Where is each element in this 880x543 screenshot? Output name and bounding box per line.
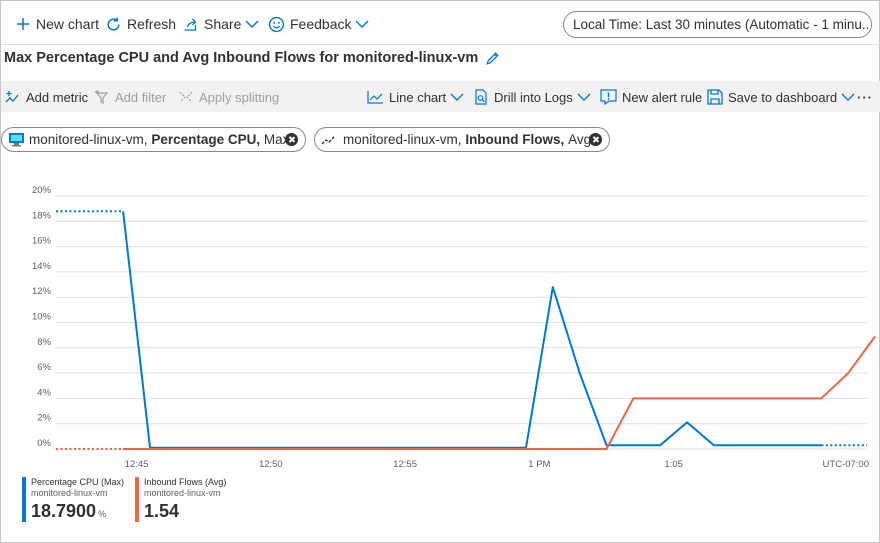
add-metric-label: Add metric	[26, 89, 89, 105]
pill-aggregation: Avg	[568, 132, 592, 147]
pill-resource: monitored-linux-vm,	[343, 132, 462, 147]
chevron-down-icon	[355, 20, 369, 28]
y-tick-label: 18%	[32, 210, 52, 221]
refresh-icon	[107, 17, 120, 31]
line-chart-icon	[367, 91, 383, 104]
y-tick-label: 10%	[32, 312, 52, 323]
refresh-label: Refresh	[127, 16, 177, 32]
chevron-down-icon	[245, 20, 259, 28]
x-tick-label: 1 PM	[528, 459, 550, 470]
legend-value-unit: %	[98, 509, 107, 519]
add-filter-label: Add filter	[115, 89, 167, 105]
y-tick-label: 14%	[32, 261, 52, 272]
pill-resource: monitored-linux-vm,	[29, 132, 148, 147]
x-tick-label: 12:55	[393, 459, 417, 470]
feedback-label: Feedback	[290, 16, 352, 32]
save-to-dashboard-label: Save to dashboard	[728, 89, 838, 105]
remove-metric-icon[interactable]	[589, 133, 602, 146]
drill-into-logs-button[interactable]: Drill into Logs	[473, 87, 591, 107]
alert-icon	[600, 89, 617, 105]
remove-metric-icon[interactable]	[285, 133, 298, 146]
legend-color-bar	[135, 477, 139, 522]
y-tick-label: 12%	[32, 286, 52, 297]
legend-value: 18.7900%	[31, 499, 124, 526]
add-filter-button[interactable]: Add filter	[94, 87, 166, 107]
add-metric-icon	[5, 91, 19, 103]
legend-resource: monitored-linux-vm	[144, 488, 221, 498]
y-tick-label: 16%	[32, 236, 52, 247]
new-alert-rule-button[interactable]: New alert rule	[600, 87, 702, 107]
chevron-down-icon	[841, 93, 855, 101]
y-tick-label: 6%	[37, 362, 51, 373]
legend-series-name: Percentage CPU (Max)	[31, 477, 125, 487]
drill-into-logs-label: Drill into Logs	[494, 89, 573, 105]
metric-pill-cpu[interactable]: monitored-linux-vm, Percentage CPU, Max	[1, 127, 306, 152]
line-chart-button[interactable]: Line chart	[367, 87, 464, 107]
y-tick-label: 0%	[37, 438, 51, 449]
save-to-dashboard-button[interactable]: Save to dashboard	[707, 87, 855, 107]
share-icon	[184, 18, 197, 31]
metrics-window: New chart Refresh Share Feedback Local T…	[0, 0, 880, 543]
logs-icon	[475, 89, 487, 105]
x-tick-label: 1:05	[664, 459, 683, 470]
x-tick-label: 12:50	[259, 459, 283, 470]
line-chart-label: Line chart	[389, 89, 447, 105]
more-options-label: ···	[857, 89, 873, 105]
share-label: Share	[204, 16, 242, 32]
chevron-down-icon	[577, 93, 591, 101]
smiley-icon	[268, 16, 285, 32]
apply-splitting-label: Apply splitting	[199, 89, 280, 105]
plus-icon	[17, 18, 29, 30]
inbound-flows-series-line	[123, 335, 876, 450]
time-range-picker[interactable]: Local Time: Last 30 minutes (Automatic -…	[563, 11, 872, 38]
new-alert-rule-label: New alert rule	[622, 89, 703, 105]
legend-value-number: 18.7900	[31, 501, 97, 521]
save-icon	[707, 89, 723, 105]
command-bar: New chart Refresh Share Feedback Local T…	[1, 1, 880, 45]
legend-value-number: 1.54	[144, 501, 180, 521]
line-chart[interactable]: 0% 2% 4% 6% 8% 10% 12% 14% 16% 18% 20% 12:45 12:50 12…	[1, 181, 880, 471]
legend-item-inbound-flows[interactable]: Inbound Flows (Avg) monitored-linux-vm 1…	[135, 477, 226, 523]
chart-toolbar: Add metric Add filter Apply splitting Li…	[1, 81, 880, 112]
time-range-label: Local Time: Last 30 minutes (Automatic -…	[573, 17, 872, 32]
x-tick-label: 12:45	[125, 459, 149, 470]
legend-value: 1.54	[144, 499, 226, 526]
new-chart-button[interactable]: New chart	[15, 13, 99, 35]
y-tick-label: 20%	[32, 185, 52, 196]
legend-series-name: Inbound Flows (Avg)	[144, 477, 227, 487]
vm-icon	[9, 133, 24, 147]
y-tick-label: 8%	[37, 337, 51, 348]
splitting-icon	[179, 91, 193, 103]
refresh-button[interactable]: Refresh	[105, 13, 176, 35]
apply-splitting-button[interactable]: Apply splitting	[178, 87, 279, 107]
legend-color-bar	[22, 477, 26, 522]
legend-resource: monitored-linux-vm	[31, 488, 108, 498]
more-options-button[interactable]: ···	[857, 87, 873, 107]
legend-item-cpu[interactable]: Percentage CPU (Max) monitored-linux-vm …	[22, 477, 124, 523]
feedback-button[interactable]: Feedback	[268, 13, 369, 35]
pill-metric: Inbound Flows,	[465, 132, 565, 147]
metric-pill-inbound-flows[interactable]: monitored-linux-vm, Inbound Flows, Avg	[314, 127, 610, 152]
y-tick-label: 4%	[37, 387, 51, 398]
timezone-label: UTC-07:00	[823, 459, 869, 470]
chart-title-text: Max Percentage CPU and Avg Inbound Flows…	[4, 50, 479, 66]
pencil-icon[interactable]	[484, 50, 501, 67]
add-metric-button[interactable]: Add metric	[5, 87, 88, 107]
pill-metric: Percentage CPU,	[151, 132, 261, 147]
chevron-down-icon	[450, 93, 464, 101]
new-chart-label: New chart	[36, 16, 100, 32]
chart-title[interactable]: Max Percentage CPU and Avg Inbound Flows…	[4, 47, 501, 69]
share-button[interactable]: Share	[182, 13, 259, 35]
y-tick-label: 2%	[37, 413, 51, 424]
line-series-icon	[321, 135, 336, 144]
filter-icon	[95, 90, 109, 104]
